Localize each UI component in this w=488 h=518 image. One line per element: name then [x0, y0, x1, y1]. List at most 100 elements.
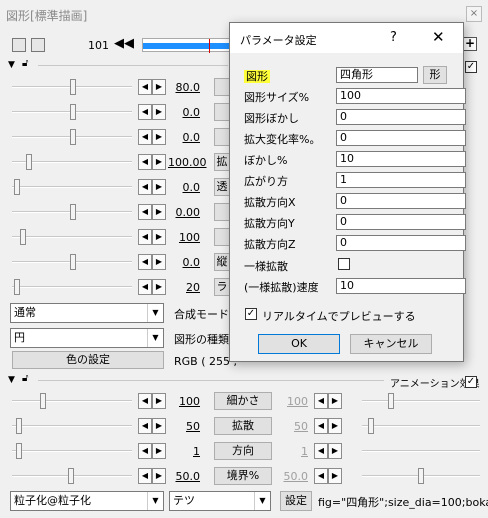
- stepper[interactable]: ◀ ▶: [314, 443, 342, 459]
- collapse-triangle-icon[interactable]: ▼: [8, 60, 15, 70]
- param-button[interactable]: 透: [214, 178, 230, 196]
- slider[interactable]: [12, 202, 132, 222]
- slider[interactable]: [12, 77, 132, 97]
- uniform-speed-label: (一様拡散)速度: [244, 281, 319, 294]
- timeline-bar[interactable]: [142, 38, 233, 53]
- sub-select[interactable]: テツ ▼: [169, 491, 271, 511]
- dialog-close-button[interactable]: ✕: [432, 28, 445, 46]
- stepper[interactable]: ◀ ▶: [314, 468, 342, 484]
- slider-value[interactable]: 1: [168, 445, 200, 458]
- section1-enable-checkbox[interactable]: ✓: [465, 61, 477, 73]
- effect-select[interactable]: 粒子化@粒子化 ▼: [10, 491, 164, 511]
- stepper[interactable]: ◀ ▶: [138, 154, 166, 170]
- slider-value[interactable]: 50: [168, 420, 200, 433]
- stepper[interactable]: ◀ ▶: [138, 418, 166, 434]
- slider[interactable]: [12, 441, 132, 461]
- collapse-triangle-icon[interactable]: ▼: [8, 375, 15, 385]
- slider[interactable]: [12, 227, 132, 247]
- help-button[interactable]: ?: [390, 30, 397, 45]
- slider[interactable]: [12, 277, 132, 297]
- param-button[interactable]: [214, 78, 230, 96]
- end-slider[interactable]: [362, 416, 480, 436]
- field-input[interactable]: 10: [336, 151, 466, 167]
- field-input[interactable]: 0: [336, 235, 466, 251]
- lock-icon[interactable]: 🔓︎: [22, 373, 28, 384]
- slider-value[interactable]: 80.0: [168, 81, 201, 94]
- slider-value[interactable]: 0.0: [168, 181, 201, 194]
- stepper[interactable]: ◀ ▶: [138, 254, 166, 270]
- realtime-preview-checkbox[interactable]: ✓: [245, 308, 257, 320]
- stepper[interactable]: ◀ ▶: [138, 393, 166, 409]
- end-value[interactable]: 1: [276, 445, 308, 458]
- end-slider[interactable]: [362, 391, 480, 411]
- blend-mode-select[interactable]: 通常 ▼: [10, 303, 164, 323]
- stepper[interactable]: ◀ ▶: [138, 279, 166, 295]
- cancel-button[interactable]: キャンセル: [350, 334, 432, 354]
- settings-button[interactable]: 設定: [280, 491, 312, 511]
- param-button[interactable]: [214, 103, 230, 121]
- slider-value[interactable]: 50.0: [168, 470, 201, 483]
- ok-button[interactable]: OK: [258, 334, 340, 354]
- uniform-speed-input[interactable]: 10: [336, 278, 466, 294]
- end-slider[interactable]: [362, 466, 480, 486]
- param-button[interactable]: 境界%: [214, 467, 272, 485]
- color-settings-button[interactable]: 色の設定: [12, 351, 164, 369]
- stepper[interactable]: ◀ ▶: [314, 418, 342, 434]
- stepper[interactable]: ◀ ▶: [138, 104, 166, 120]
- field-input[interactable]: 100: [336, 88, 466, 104]
- param-button[interactable]: [214, 228, 230, 246]
- add-button[interactable]: +: [463, 37, 477, 51]
- lock-icon[interactable]: 🔓︎: [22, 58, 28, 69]
- shape-type-select[interactable]: 円 ▼: [10, 328, 164, 348]
- slider-value[interactable]: 100: [168, 395, 200, 408]
- stepper[interactable]: ◀ ▶: [138, 179, 166, 195]
- stepper[interactable]: ◀ ▶: [138, 229, 166, 245]
- slider[interactable]: [12, 152, 132, 172]
- slider[interactable]: [12, 252, 132, 272]
- stepper[interactable]: ◀ ▶: [138, 129, 166, 145]
- camera-icon[interactable]: [12, 38, 26, 52]
- end-slider[interactable]: [362, 441, 480, 461]
- end-value[interactable]: 100: [276, 395, 308, 408]
- slider-value[interactable]: 0.00: [168, 206, 201, 219]
- field-input[interactable]: 0: [336, 214, 466, 230]
- param-button[interactable]: [214, 128, 230, 146]
- param-button[interactable]: [214, 203, 230, 221]
- slider-value[interactable]: 100: [168, 231, 200, 244]
- param-button[interactable]: ラ: [214, 278, 230, 296]
- stepper[interactable]: ◀ ▶: [138, 468, 166, 484]
- field-input[interactable]: 0: [336, 109, 466, 125]
- param-button[interactable]: 細かさ: [214, 392, 272, 410]
- section2-enable-checkbox[interactable]: ✓: [465, 376, 477, 388]
- layer-icon[interactable]: [31, 38, 45, 52]
- field-input[interactable]: 0: [336, 130, 466, 146]
- param-button[interactable]: 方向: [214, 442, 272, 460]
- close-button[interactable]: ×: [466, 6, 482, 22]
- slider[interactable]: [12, 102, 132, 122]
- slider-value[interactable]: 0.0: [168, 256, 201, 269]
- field-input[interactable]: 1: [336, 172, 466, 188]
- slider[interactable]: [12, 127, 132, 147]
- prev-frame-button[interactable]: ◀◀: [114, 37, 134, 53]
- end-value[interactable]: 50.0: [276, 470, 309, 483]
- slider[interactable]: [12, 416, 132, 436]
- stepper[interactable]: ◀ ▶: [314, 393, 342, 409]
- slider[interactable]: [12, 466, 132, 486]
- uniform-diffusion-checkbox[interactable]: [338, 258, 350, 270]
- stepper[interactable]: ◀ ▶: [138, 204, 166, 220]
- slider-value[interactable]: 0.0: [168, 106, 201, 119]
- stepper[interactable]: ◀ ▶: [138, 79, 166, 95]
- slider[interactable]: [12, 177, 132, 197]
- end-value[interactable]: 50: [276, 420, 308, 433]
- slider-value[interactable]: 20: [168, 281, 200, 294]
- slider-value[interactable]: 100.00: [168, 156, 207, 169]
- shape-input[interactable]: 四角形: [336, 67, 418, 83]
- shape-select-button[interactable]: 形: [423, 66, 447, 84]
- slider[interactable]: [12, 391, 132, 411]
- stepper[interactable]: ◀ ▶: [138, 443, 166, 459]
- field-input[interactable]: 0: [336, 193, 466, 209]
- param-button[interactable]: 拡: [214, 153, 230, 171]
- slider-value[interactable]: 0.0: [168, 131, 201, 144]
- param-button[interactable]: 縦: [214, 253, 230, 271]
- param-button[interactable]: 拡散: [214, 417, 272, 435]
